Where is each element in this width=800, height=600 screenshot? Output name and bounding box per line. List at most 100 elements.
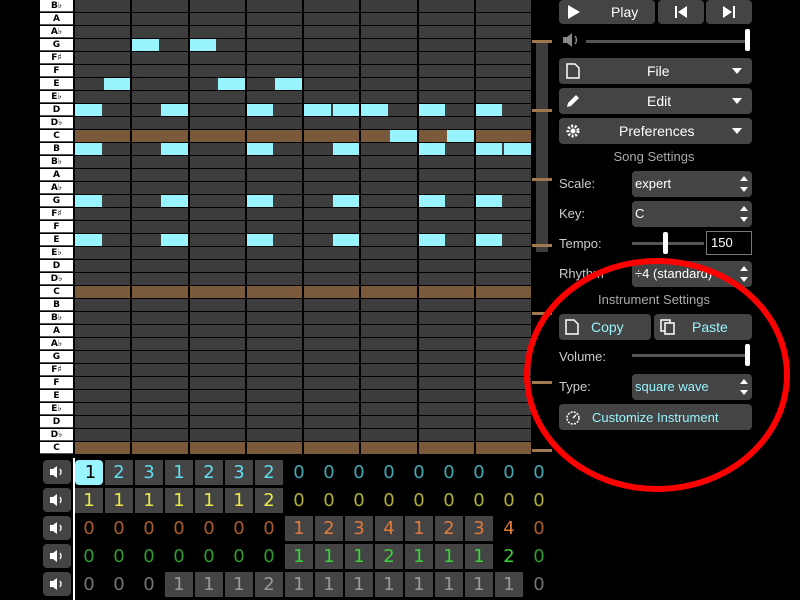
note[interactable] bbox=[103, 78, 131, 90]
grid-cell[interactable] bbox=[189, 182, 245, 194]
pattern-cell[interactable]: 1 bbox=[345, 544, 373, 569]
grid-cell[interactable] bbox=[304, 130, 360, 142]
grid-cell[interactable] bbox=[361, 13, 417, 25]
grid-cell[interactable] bbox=[75, 247, 131, 259]
grid-cell[interactable] bbox=[246, 13, 302, 25]
grid-cell[interactable] bbox=[246, 364, 302, 376]
pattern-cell[interactable]: 0 bbox=[255, 544, 283, 569]
grid-cell[interactable] bbox=[361, 78, 417, 90]
note[interactable] bbox=[275, 78, 302, 90]
pattern-cell[interactable]: 0 bbox=[285, 460, 313, 485]
grid-cell[interactable] bbox=[75, 208, 131, 220]
grid-cell[interactable] bbox=[132, 377, 188, 389]
grid-cell[interactable] bbox=[246, 117, 302, 129]
customize-instrument-button[interactable]: Customize Instrument bbox=[559, 404, 752, 430]
grid-cell[interactable] bbox=[475, 39, 531, 51]
grid-cell[interactable] bbox=[418, 65, 474, 77]
grid-cell[interactable] bbox=[75, 325, 131, 337]
grid-cell[interactable] bbox=[132, 91, 188, 103]
grid-cell[interactable] bbox=[75, 156, 131, 168]
note[interactable] bbox=[75, 104, 102, 116]
piano-key[interactable]: A♭ bbox=[40, 26, 73, 38]
piano-key[interactable]: F bbox=[40, 377, 73, 389]
grid-cell[interactable] bbox=[75, 91, 131, 103]
grid-cell[interactable] bbox=[75, 442, 131, 454]
grid-cell[interactable] bbox=[246, 260, 302, 272]
grid-cell[interactable] bbox=[132, 351, 188, 363]
grid-cell[interactable] bbox=[475, 78, 531, 90]
grid-cell[interactable] bbox=[246, 273, 302, 285]
pattern-cell[interactable]: 0 bbox=[105, 572, 133, 597]
grid-cell[interactable] bbox=[361, 143, 417, 155]
grid-cell[interactable] bbox=[189, 104, 245, 116]
note[interactable] bbox=[504, 143, 531, 155]
grid-cell[interactable] bbox=[475, 416, 531, 428]
piano-key[interactable]: A♭ bbox=[40, 182, 73, 194]
file-menu[interactable]: File bbox=[559, 58, 752, 84]
grid-cell[interactable] bbox=[75, 221, 131, 233]
grid-cell[interactable] bbox=[189, 130, 245, 142]
grid-cell[interactable] bbox=[418, 442, 474, 454]
note[interactable] bbox=[160, 234, 188, 246]
grid-cell[interactable] bbox=[418, 39, 474, 51]
note[interactable] bbox=[418, 234, 446, 246]
grid-cell[interactable] bbox=[475, 221, 531, 233]
grid-cell[interactable] bbox=[132, 247, 188, 259]
grid-cell[interactable] bbox=[304, 26, 360, 38]
grid-cell[interactable] bbox=[361, 65, 417, 77]
grid-cell[interactable] bbox=[361, 208, 417, 220]
piano-key[interactable]: E bbox=[40, 78, 73, 90]
grid-cell[interactable] bbox=[132, 442, 188, 454]
grid-cell[interactable] bbox=[361, 416, 417, 428]
pattern-cell[interactable]: 4 bbox=[375, 516, 403, 541]
grid-cell[interactable] bbox=[246, 429, 302, 441]
pattern-cell[interactable]: 1 bbox=[435, 544, 463, 569]
pattern-cell[interactable]: 0 bbox=[525, 460, 553, 485]
grid-cell[interactable] bbox=[189, 338, 245, 350]
grid-cell[interactable] bbox=[304, 156, 360, 168]
pattern-cell[interactable]: 0 bbox=[135, 544, 163, 569]
note[interactable] bbox=[332, 143, 360, 155]
pattern-cell[interactable]: 1 bbox=[285, 544, 313, 569]
mute-button[interactable] bbox=[43, 488, 71, 512]
grid-cell[interactable] bbox=[361, 377, 417, 389]
grid-cell[interactable] bbox=[132, 221, 188, 233]
piano-key[interactable]: D bbox=[40, 104, 73, 116]
pattern-cell[interactable]: 0 bbox=[165, 544, 193, 569]
preferences-menu[interactable]: Preferences bbox=[559, 118, 752, 144]
grid-cell[interactable] bbox=[132, 416, 188, 428]
grid-cell[interactable] bbox=[361, 156, 417, 168]
grid-cell[interactable] bbox=[75, 390, 131, 402]
grid-cell[interactable] bbox=[361, 247, 417, 259]
grid-cell[interactable] bbox=[475, 442, 531, 454]
note[interactable] bbox=[475, 104, 503, 116]
grid-cell[interactable] bbox=[75, 351, 131, 363]
note[interactable] bbox=[246, 104, 274, 116]
grid-cell[interactable] bbox=[304, 312, 360, 324]
piano-key[interactable]: F♯ bbox=[40, 52, 73, 64]
grid-cell[interactable] bbox=[304, 221, 360, 233]
pattern-cell[interactable]: 3 bbox=[345, 516, 373, 541]
paste-button[interactable]: Paste bbox=[654, 314, 752, 340]
grid-cell[interactable] bbox=[304, 286, 360, 298]
grid-cell[interactable] bbox=[189, 416, 245, 428]
grid-cell[interactable] bbox=[475, 26, 531, 38]
grid-cell[interactable] bbox=[246, 351, 302, 363]
grid-cell[interactable] bbox=[246, 325, 302, 337]
pattern-cell[interactable]: 0 bbox=[465, 488, 493, 513]
grid-cell[interactable] bbox=[361, 312, 417, 324]
grid-cell[interactable] bbox=[304, 52, 360, 64]
tempo-slider-thumb[interactable] bbox=[663, 232, 668, 254]
pattern-cell[interactable]: 1 bbox=[315, 544, 343, 569]
pattern-cell[interactable]: 0 bbox=[495, 460, 523, 485]
piano-key[interactable]: E bbox=[40, 390, 73, 402]
pattern-cell[interactable]: 1 bbox=[165, 488, 193, 513]
pattern-cell[interactable]: 1 bbox=[405, 572, 433, 597]
pattern-cell[interactable]: 1 bbox=[405, 544, 433, 569]
grid-cell[interactable] bbox=[361, 0, 417, 12]
grid-cell[interactable] bbox=[361, 273, 417, 285]
grid-cell[interactable] bbox=[475, 52, 531, 64]
grid-cell[interactable] bbox=[304, 260, 360, 272]
next-bar-button[interactable] bbox=[706, 0, 752, 24]
grid-cell[interactable] bbox=[418, 221, 474, 233]
